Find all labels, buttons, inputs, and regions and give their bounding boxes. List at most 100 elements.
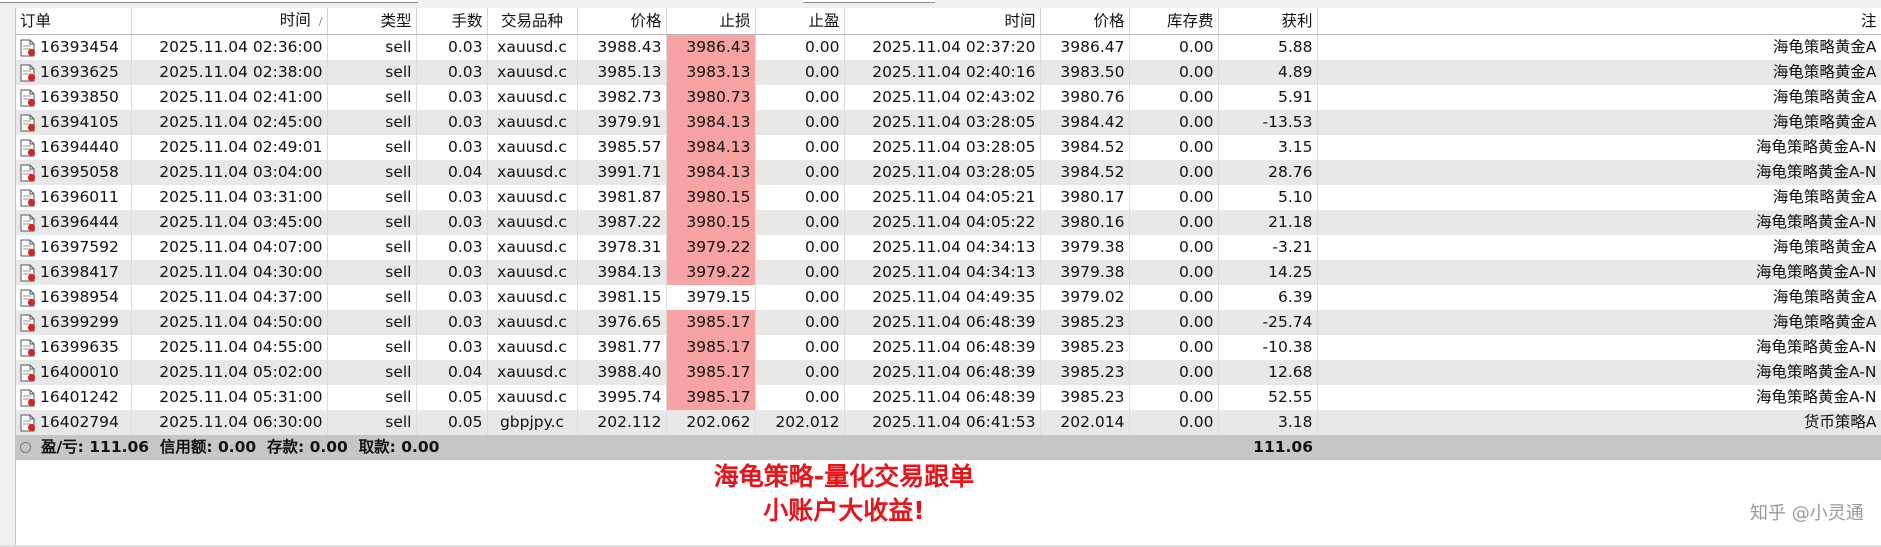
cell-lots: 0.03 [416,135,488,160]
cell-value: 3987.22 [597,213,662,231]
table-row[interactable]: 16399299 2025.11.04 04:50:00 sell 0.03 xauus… [16,310,1881,335]
cell-sl: 3984.13 [666,135,756,160]
cell-open-time: 2025.11.04 06:30:00 [131,410,328,435]
table-row[interactable]: 16395058 2025.11.04 03:04:00 sell 0.04 xauus… [16,160,1881,185]
column-header-0[interactable]: 订单 [16,8,132,35]
cell-open-time: 2025.11.04 02:41:00 [131,85,328,110]
column-header-11[interactable]: 获利 [1218,8,1318,35]
cell-value: 0.00 [1178,313,1214,331]
column-header-10[interactable]: 库存费 [1129,8,1219,35]
cell-value: -13.53 [1262,113,1313,131]
top-input-left[interactable] [0,0,418,3]
column-header-12[interactable]: 注 [1317,8,1881,35]
cell-value: 2025.11.04 04:49:35 [872,288,1036,306]
cell-tp: 0.00 [755,285,845,310]
cell-value: -25.74 [1262,313,1313,331]
order-document-icon [20,139,36,157]
column-header-2[interactable]: 类型 [327,8,417,35]
cell-value: 海龟策略黄金A-N [1756,338,1877,356]
cell-open-price: 3984.13 [577,260,667,285]
cell-value: 3984.42 [1060,113,1125,131]
table-row[interactable]: 16396011 2025.11.04 03:31:00 sell 0.03 xauus… [16,185,1881,210]
cell-value: 海龟策略黄金A-N [1756,363,1877,381]
column-header-3[interactable]: 手数 [416,8,488,35]
sort-indicator-icon: / [318,15,323,28]
cell-value: 0.00 [1178,38,1214,56]
table-row[interactable]: 16400010 2025.11.04 05:02:00 sell 0.04 xauus… [16,360,1881,385]
cell-type: sell [327,60,417,85]
table-row[interactable]: 16399635 2025.11.04 04:55:00 sell 0.03 xauus… [16,335,1881,360]
cell-type: sell [327,160,417,185]
column-header-6[interactable]: 止损 [666,8,756,35]
table-row[interactable]: 16393454 2025.11.04 02:36:00 sell 0.03 xauus… [16,34,1881,60]
cell-comment: 海龟策略黄金A [1317,285,1881,310]
column-header-8[interactable]: 时间 [844,8,1041,35]
order-document-icon [20,389,36,407]
cell-value: xauusd.c [497,138,567,156]
cell-value: 3980.15 [686,213,751,231]
column-header-9[interactable]: 价格 [1040,8,1130,35]
cell-value: 3979.91 [597,113,662,131]
column-header-7[interactable]: 止盈 [755,8,845,35]
table-row[interactable]: 16398417 2025.11.04 04:30:00 sell 0.03 xauus… [16,260,1881,285]
table-row[interactable]: 16394105 2025.11.04 02:45:00 sell 0.03 xauus… [16,110,1881,135]
cell-value: xauusd.c [497,88,567,106]
cell-value: 3988.43 [597,38,662,56]
cell-close-time: 2025.11.04 03:28:05 [844,110,1041,135]
cell-value: 0.04 [447,363,483,381]
order-document-icon [20,164,36,182]
cell-value: 3979.38 [1060,238,1125,256]
cell-type: sell [327,185,417,210]
cell-value: 2025.11.04 06:41:53 [872,413,1036,431]
cell-profit: 5.10 [1218,185,1318,210]
cell-value: 3984.13 [686,138,751,156]
table-row[interactable]: 16394440 2025.11.04 02:49:01 sell 0.03 xauus… [16,135,1881,160]
cell-value: 16396011 [40,188,119,206]
summary-expand-icon[interactable] [20,442,31,453]
cell-value: 海龟策略黄金A [1772,38,1877,56]
cell-value: 2025.11.04 05:31:00 [159,388,323,406]
cell-value: 0.00 [1178,63,1214,81]
top-input-right[interactable] [803,0,935,3]
table-row[interactable]: 16396444 2025.11.04 03:45:00 sell 0.03 xauus… [16,210,1881,235]
cell-value: 0.03 [447,263,483,281]
cell-value: 16398954 [40,288,119,306]
cell-close-price: 3979.38 [1040,235,1130,260]
cell-tp: 0.00 [755,235,845,260]
column-header-4[interactable]: 交易品种 [487,8,578,35]
cell-swap: 0.00 [1129,34,1219,60]
table-row[interactable]: 16397592 2025.11.04 04:07:00 sell 0.03 xauus… [16,235,1881,260]
cell-comment: 海龟策略黄金A [1317,60,1881,85]
table-row[interactable]: 16402794 2025.11.04 06:30:00 sell 0.05 gbpjp… [16,410,1881,435]
cell-value: 16396444 [40,213,119,231]
cell-profit: 5.91 [1218,85,1318,110]
cell-lots: 0.04 [416,160,488,185]
column-header-1[interactable]: 时间 / [131,8,328,35]
summary-empty-cell [1317,435,1881,460]
table-row[interactable]: 16401242 2025.11.04 05:31:00 sell 0.05 xauus… [16,385,1881,410]
table-row[interactable]: 16393625 2025.11.04 02:38:00 sell 0.03 xauus… [16,60,1881,85]
cell-value: 海龟策略黄金A-N [1756,263,1877,281]
cell-value: 海龟策略黄金A [1772,63,1877,81]
cell-value: 0.00 [1178,338,1214,356]
cell-close-time: 2025.11.04 06:48:39 [844,310,1041,335]
cell-value: 16399299 [40,313,119,331]
table-row[interactable]: 16398954 2025.11.04 04:37:00 sell 0.03 xauus… [16,285,1881,310]
cell-value: 0.00 [1178,363,1214,381]
cell-open-time: 2025.11.04 02:36:00 [131,34,328,60]
cell-value: 52.55 [1268,388,1313,406]
cell-profit: 12.68 [1218,360,1318,385]
table-row[interactable]: 16393850 2025.11.04 02:41:00 sell 0.03 xauus… [16,85,1881,110]
summary-row: 盈/亏: 111.06 信用额: 0.00 存款: 0.00 取款: 0.00 1… [16,435,1881,460]
cell-open-price: 202.112 [577,410,667,435]
cell-value: 3985.57 [597,138,662,156]
cell-lots: 0.03 [416,85,488,110]
cell-swap: 0.00 [1129,285,1219,310]
cell-close-time: 2025.11.04 04:05:22 [844,210,1041,235]
cell-type: sell [327,85,417,110]
cell-value: -3.21 [1272,238,1313,256]
column-header-5[interactable]: 价格 [577,8,667,35]
cell-value: 16400010 [40,363,119,381]
cell-value: xauusd.c [497,163,567,181]
cell-value: 3984.13 [597,263,662,281]
